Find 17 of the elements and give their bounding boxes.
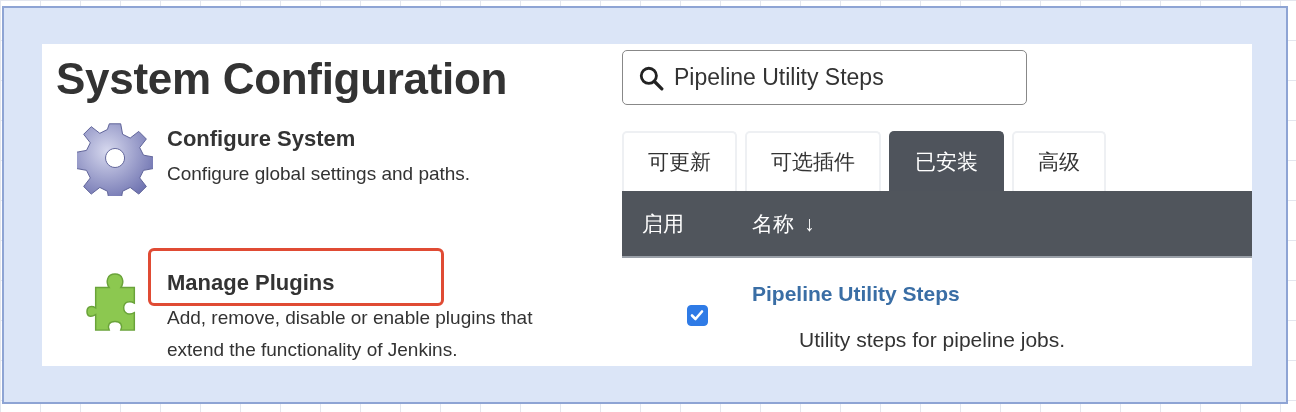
plugin-description: Utility steps for pipeline jobs. (799, 328, 1066, 352)
item-description: extend the functionality of Jenkins. (167, 338, 459, 362)
gear-icon (76, 120, 153, 196)
page-title: System Configuration (56, 54, 509, 104)
item-link[interactable]: Manage Plugins (167, 270, 335, 296)
column-header[interactable]: 名称 (752, 211, 794, 235)
item-description: Configure global settings and paths. (167, 162, 471, 186)
plugin-link[interactable]: Pipeline Utility Steps (752, 282, 960, 306)
tab[interactable]: 已安装 (889, 131, 1004, 191)
checkbox[interactable] (686, 304, 708, 326)
search-input[interactable]: Pipeline Utility Steps (674, 64, 1004, 91)
sort-arrow[interactable]: ↓ (804, 211, 815, 235)
column-header[interactable]: 启用 (642, 211, 684, 235)
item-link[interactable]: Configure System (167, 126, 356, 152)
item-description: Add, remove, disable or enable plugins that (167, 306, 533, 330)
search-field[interactable]: Pipeline Utility Steps (622, 50, 1027, 105)
search-icon (638, 64, 664, 91)
